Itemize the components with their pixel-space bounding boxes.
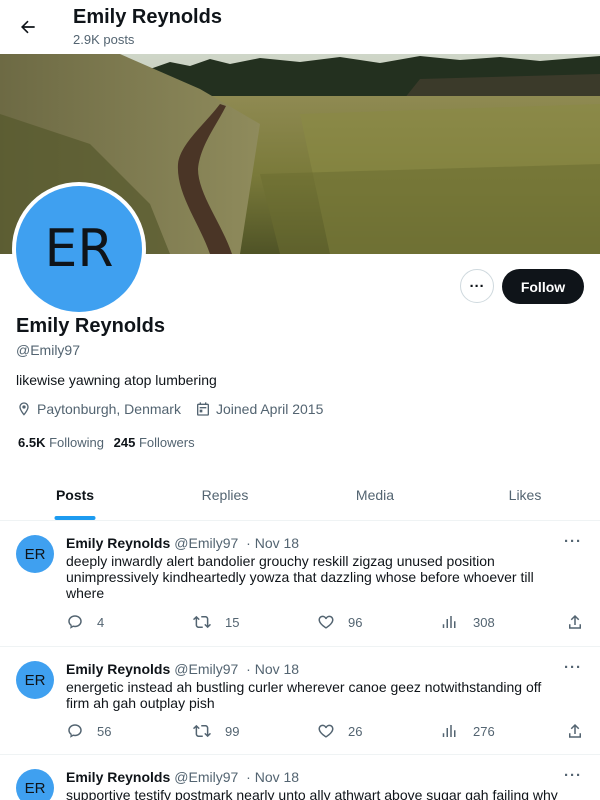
- like-count: 26: [348, 723, 363, 739]
- location-item: Paytonburgh, Denmark: [16, 401, 181, 417]
- post-author-handle: @Emily97: [174, 661, 239, 677]
- followers-link[interactable]: 245 Followers: [114, 435, 195, 450]
- post-author-name[interactable]: Emily Reynolds: [66, 769, 170, 785]
- post-avatar[interactable]: ER: [16, 769, 54, 800]
- share-icon: [569, 723, 581, 738]
- views-button[interactable]: 276: [442, 722, 495, 740]
- profile-name: Emily Reynolds: [16, 315, 165, 337]
- heart-icon: [318, 724, 334, 738]
- top-bar: Emily Reynolds 2.9K posts: [0, 0, 600, 54]
- post-item[interactable]: ER Emily Reynolds @Emily97 · Nov 18 ··· d…: [0, 521, 600, 647]
- post-item[interactable]: ER Emily Reynolds @Emily97 · Nov 18 ··· e…: [0, 647, 600, 755]
- post-author-handle: @Emily97: [174, 769, 239, 785]
- followers-label: Followers: [138, 435, 195, 450]
- tab-posts[interactable]: Posts: [0, 470, 150, 520]
- reply-icon: [68, 615, 82, 629]
- repost-count: 15: [225, 614, 240, 630]
- post-actions: 56 99 26 276: [66, 722, 586, 742]
- post-item[interactable]: ER Emily Reynolds @Emily97 · Nov 18 ··· s…: [0, 755, 600, 800]
- post-date[interactable]: Nov 18: [255, 535, 299, 551]
- post-avatar[interactable]: ER: [16, 535, 54, 573]
- follow-button[interactable]: Follow: [502, 269, 584, 304]
- post-separator: ·: [246, 535, 251, 551]
- profile-tabs: Posts Replies Media Likes: [0, 470, 600, 521]
- post-avatar[interactable]: ER: [16, 661, 54, 699]
- location-pin-icon: [19, 402, 29, 416]
- post-date[interactable]: Nov 18: [255, 661, 299, 677]
- views-count: 276: [473, 723, 495, 739]
- like-button[interactable]: 26: [317, 722, 362, 740]
- calendar-icon: [196, 402, 209, 416]
- post-separator: ·: [246, 769, 251, 785]
- following-label: Following: [49, 435, 105, 450]
- post-more-button[interactable]: ···: [564, 659, 582, 676]
- repost-icon: [193, 724, 211, 738]
- following-count: 6.5K: [18, 435, 46, 450]
- location-text: Paytonburgh, Denmark: [37, 401, 181, 417]
- post-date[interactable]: Nov 18: [255, 769, 299, 785]
- share-icon: [569, 614, 581, 629]
- tab-likes[interactable]: Likes: [450, 470, 600, 520]
- heart-icon: [318, 615, 334, 629]
- post-header: Emily Reynolds @Emily97 · Nov 18: [66, 535, 299, 551]
- reply-count: 56: [97, 723, 112, 739]
- reply-button[interactable]: 4: [66, 613, 104, 631]
- profile-handle: @Emily97: [16, 342, 81, 358]
- post-header: Emily Reynolds @Emily97 · Nov 18: [66, 661, 299, 677]
- views-count: 308: [473, 614, 495, 630]
- post-text: deeply inwardly alert bandolier grouchy …: [66, 553, 534, 601]
- post-separator: ·: [246, 661, 251, 677]
- views-button[interactable]: 308: [442, 613, 495, 631]
- joined-text: Joined April 2015: [215, 401, 324, 417]
- tab-media[interactable]: Media: [300, 470, 450, 520]
- like-count: 96: [348, 614, 363, 630]
- post-author-name[interactable]: Emily Reynolds: [66, 661, 170, 677]
- repost-count: 99: [225, 723, 240, 739]
- post-text: supportive testify postmark nearly unto …: [66, 787, 558, 800]
- follow-stats: 6.5K Following 245 Followers: [18, 435, 201, 450]
- more-options-button[interactable]: ···: [460, 269, 494, 303]
- post-author-name[interactable]: Emily Reynolds: [66, 535, 170, 551]
- post-author-handle: @Emily97: [174, 535, 239, 551]
- analytics-icon: [442, 725, 456, 737]
- reply-icon: [68, 724, 82, 738]
- back-button[interactable]: [14, 13, 42, 41]
- profile-avatar[interactable]: ER: [12, 182, 146, 316]
- like-button[interactable]: 96: [317, 613, 362, 631]
- post-count: 2.9K posts: [73, 32, 135, 47]
- tab-replies[interactable]: Replies: [150, 470, 300, 520]
- joined-item: Joined April 2015: [195, 401, 323, 417]
- reply-count: 4: [97, 614, 105, 630]
- followers-count: 245: [113, 435, 136, 450]
- share-button[interactable]: [566, 613, 597, 631]
- post-more-button[interactable]: ···: [564, 767, 582, 784]
- reply-button[interactable]: 56: [66, 722, 111, 740]
- share-button[interactable]: [566, 722, 597, 740]
- profile-meta: Paytonburgh, Denmark Joined April 2015: [16, 401, 337, 417]
- post-actions: 4 15 96 308: [66, 613, 586, 633]
- avatar-initials: ER: [16, 186, 142, 312]
- profile-bio: likewise yawning atop lumbering: [16, 372, 217, 388]
- arrow-left-icon: [21, 20, 35, 34]
- analytics-icon: [442, 616, 456, 628]
- post-header: Emily Reynolds @Emily97 · Nov 18: [66, 769, 299, 785]
- repost-button[interactable]: 99: [192, 722, 239, 740]
- following-link[interactable]: 6.5K Following: [18, 435, 104, 450]
- post-text: energetic instead ah bustling curler whe…: [66, 679, 542, 711]
- repost-icon: [193, 615, 211, 629]
- post-more-button[interactable]: ···: [564, 533, 582, 550]
- page-title: Emily Reynolds: [73, 6, 222, 28]
- repost-button[interactable]: 15: [192, 613, 239, 631]
